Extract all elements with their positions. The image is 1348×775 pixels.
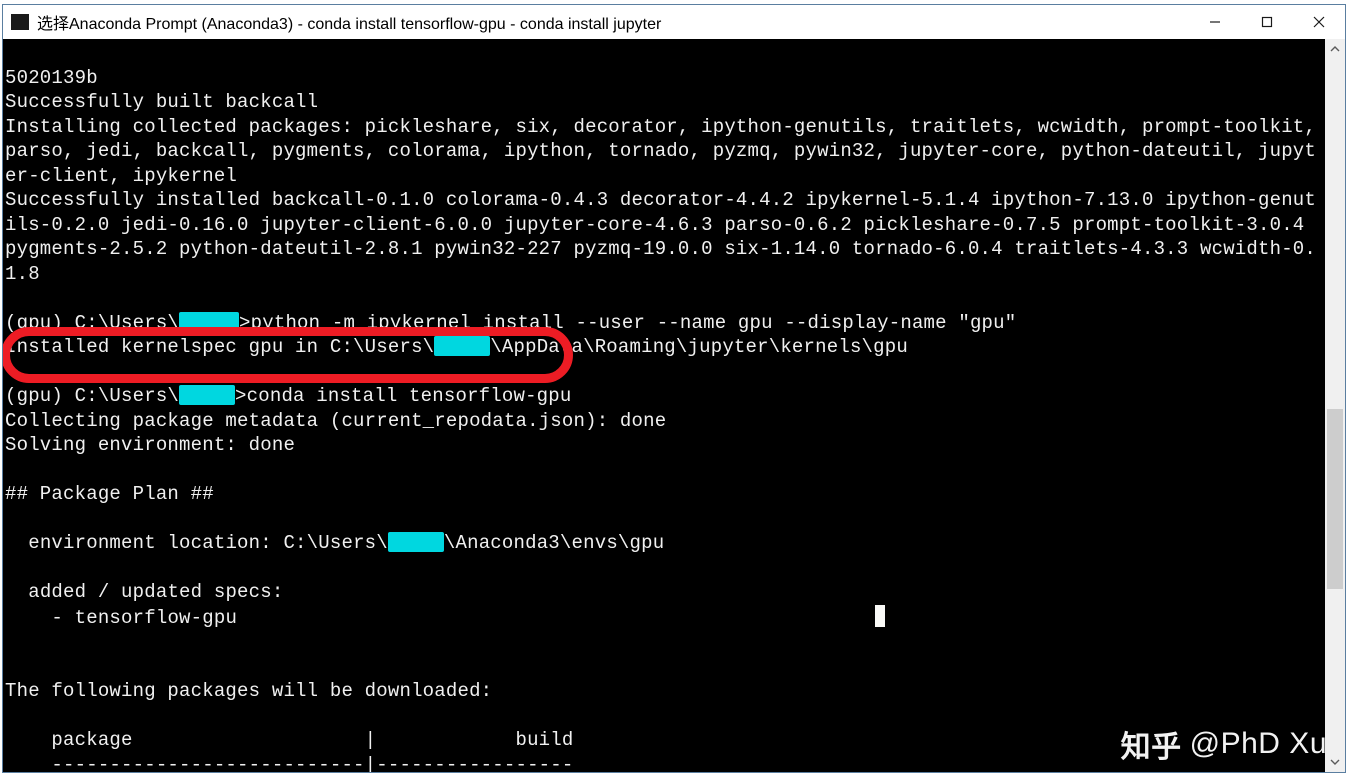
kernelspec-suffix: \AppData\Roaming\jupyter\kernels\gpu — [490, 336, 908, 358]
chevron-down-icon — [1330, 757, 1340, 767]
env-loc-suffix: \Anaconda3\envs\gpu — [444, 532, 664, 554]
window-controls — [1189, 5, 1345, 39]
added-specs-header: added / updated specs: — [5, 581, 283, 603]
terminal-line: Collecting package metadata (current_rep… — [5, 410, 666, 432]
scroll-up-button[interactable] — [1325, 39, 1345, 59]
watermark-author: @PhD Xu — [1190, 727, 1327, 761]
terminal-line: Installed kernelspec gpu in C:\Users\ \Ap… — [5, 336, 908, 358]
redacted-username — [388, 532, 444, 552]
redacted-username — [434, 336, 490, 356]
collecting-prefix: Collecting package metadata (current_rep… — [5, 410, 597, 432]
plan-header: ## Package Plan ## — [5, 483, 214, 505]
terminal-line: 5020139b — [5, 67, 98, 89]
terminal-output[interactable]: 5020139b Successfully built backcall Ins… — [3, 39, 1325, 772]
close-button[interactable] — [1293, 5, 1345, 39]
terminal-prompt-line: (gpu) C:\Users\ >conda install tensorflow… — [5, 385, 572, 407]
prompt-command: >python -m ipykernel install --user --na… — [239, 312, 1016, 334]
prompt-prefix: (gpu) C:\Users\ — [5, 385, 179, 407]
download-header: The following packages will be downloade… — [5, 680, 492, 702]
titlebar-left: 选择Anaconda Prompt (Anaconda3) - conda in… — [3, 10, 1189, 34]
close-icon — [1313, 16, 1325, 28]
collecting-suffix: : done — [597, 410, 667, 432]
zhihu-logo-text: 知乎 — [1121, 722, 1182, 766]
client-area: 5020139b Successfully built backcall Ins… — [3, 39, 1345, 772]
terminal-line: Installing collected packages: picklesha… — [5, 116, 1328, 187]
env-loc-prefix: environment location: C:\Users\ — [5, 532, 388, 554]
maximize-icon — [1261, 16, 1273, 28]
window-titlebar[interactable]: 选择Anaconda Prompt (Anaconda3) - conda in… — [3, 5, 1345, 39]
app-icon — [11, 14, 29, 30]
scroll-thumb[interactable] — [1327, 409, 1343, 589]
kernelspec-prefix: Installed kernelspec gpu in C:\Users\ — [5, 336, 434, 358]
scroll-track[interactable] — [1325, 59, 1345, 752]
added-specs-item: - tensorflow-gpu — [5, 607, 885, 629]
chevron-up-icon — [1330, 44, 1340, 54]
vertical-scrollbar[interactable] — [1325, 39, 1345, 772]
maximize-button[interactable] — [1241, 5, 1293, 39]
prompt-command: >conda install tensorflow-gpu — [235, 385, 571, 407]
table-divider: ---------------------------|------------… — [5, 754, 574, 773]
spec-item: - tensorflow-gpu — [5, 607, 237, 629]
terminal-cursor — [875, 605, 885, 627]
minimize-button[interactable] — [1189, 5, 1241, 39]
terminal-line: Solving environment: done — [5, 434, 295, 456]
env-location-line: environment location: C:\Users\ \Anaconda… — [5, 532, 664, 554]
terminal-line: Successfully installed backcall-0.1.0 co… — [5, 189, 1316, 285]
scroll-down-button[interactable] — [1325, 752, 1345, 772]
minimize-icon — [1209, 16, 1221, 28]
watermark: 知乎 @PhD Xu — [1121, 722, 1327, 766]
anaconda-prompt-window: 选择Anaconda Prompt (Anaconda3) - conda in… — [2, 4, 1346, 773]
redacted-username — [179, 312, 239, 332]
table-header: package | build — [5, 729, 574, 751]
terminal-prompt-line: (gpu) C:\Users\ >python -m ipykernel inst… — [5, 312, 1016, 334]
redacted-username — [179, 385, 235, 405]
prompt-prefix: (gpu) C:\Users\ — [5, 312, 179, 334]
window-title: 选择Anaconda Prompt (Anaconda3) - conda in… — [37, 10, 661, 34]
terminal-line: Successfully built backcall — [5, 91, 318, 113]
